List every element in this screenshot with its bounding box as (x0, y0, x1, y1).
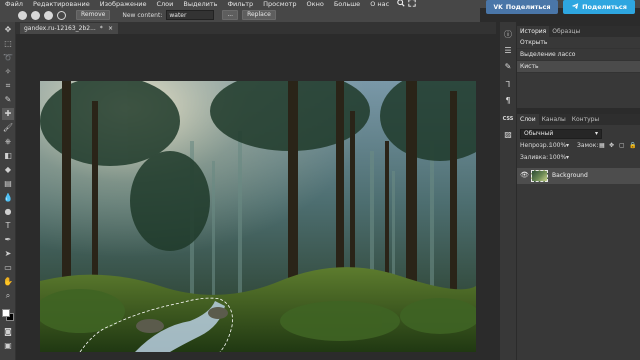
lasso-tool-icon[interactable]: ➰ (2, 52, 14, 64)
chevron-down-icon: ▾ (594, 130, 598, 137)
lock-move-icon[interactable]: ✥ (609, 141, 614, 151)
tab-channels[interactable]: Каналы (539, 114, 569, 125)
blend-mode-value: Обычный (524, 130, 554, 137)
vk-icon: VK (493, 3, 503, 11)
lock-label: Замок: (577, 142, 599, 149)
lock-all-icon[interactable]: 🔒 (629, 141, 636, 151)
opacity-dropdown-icon[interactable]: ▾ (566, 141, 569, 151)
tab-close-icon[interactable]: × (108, 23, 113, 34)
tab-swatches[interactable]: Образцы (549, 26, 583, 37)
magic-wand-tool-icon[interactable]: ✧ (2, 66, 14, 78)
lock-transparency-icon[interactable]: ▦ (599, 141, 605, 151)
tools-panel: ✥ ⬚ ➰ ✧ ⌗ ✎ ✚ 🖌 ⎈ ◧ ◆ ▤ 💧 ● T ✒ ➤ ▭ ✋ ⌕ … (0, 22, 16, 360)
hand-tool-icon[interactable]: ✋ (2, 276, 14, 288)
opacity-value[interactable]: 100% (549, 141, 566, 151)
telegram-icon (571, 2, 579, 12)
selection-new-icon[interactable] (18, 10, 27, 20)
menu-about[interactable]: О нас (365, 0, 394, 8)
quick-mask-icon[interactable]: ◙ (2, 326, 14, 338)
share-vk-button[interactable]: VK Поделиться (486, 0, 558, 14)
color-swatches[interactable] (2, 309, 15, 322)
more-options-button[interactable]: ... (222, 10, 239, 20)
screen-mode-icon[interactable]: ▣ (2, 340, 14, 352)
menu-file[interactable]: Файл (0, 0, 28, 8)
blur-tool-icon[interactable]: 💧 (2, 192, 14, 204)
forest-image[interactable] (40, 81, 476, 352)
pen-tool-icon[interactable]: ✒ (2, 234, 14, 246)
menu-edit[interactable]: Редактирование (28, 0, 95, 8)
fill-label: Заливка: (520, 154, 549, 161)
path-select-tool-icon[interactable]: ➤ (2, 248, 14, 260)
layers-panel: Слои Каналы Контуры Обычный ▾ Непрозр.: … (517, 114, 640, 360)
type-tool-icon[interactable]: T (2, 220, 14, 232)
zoom-tool-icon[interactable]: ⌕ (2, 290, 14, 302)
fill-dropdown-icon[interactable]: ▾ (566, 153, 569, 163)
gradient-tool-icon[interactable]: ▤ (2, 178, 14, 190)
share-telegram-label: Поделиться (582, 3, 627, 11)
selection-intersect-icon[interactable] (57, 10, 66, 20)
layers-panel-tabs: Слои Каналы Контуры (517, 114, 640, 125)
brush-tool-icon[interactable]: 🖌 (2, 122, 14, 134)
panel-icons-column: ⓘ ☰ ✎ Ꞁ ¶ CSS ▨ (500, 22, 516, 360)
new-content-input[interactable] (166, 10, 215, 20)
marquee-tool-icon[interactable]: ⬚ (2, 38, 14, 50)
shape-tool-icon[interactable]: ▭ (2, 262, 14, 274)
selection-subtract-icon[interactable] (44, 10, 53, 20)
share-telegram-button[interactable]: Поделиться (563, 0, 635, 14)
dodge-tool-icon[interactable]: ● (2, 206, 14, 218)
history-panel-tabs: История Образцы (517, 26, 640, 37)
tab-paths[interactable]: Контуры (569, 114, 602, 125)
lock-artboard-icon[interactable]: ▢ (619, 141, 625, 151)
photo-editor-app: Файл Редактирование Изображение Слои Выд… (0, 0, 640, 360)
css-icon[interactable]: CSS (501, 112, 515, 126)
visibility-eye-icon[interactable]: 👁 (520, 171, 529, 179)
document-tab[interactable]: gandex.ru-12163_2b2... * × (20, 23, 118, 34)
menu-window[interactable]: Окно (302, 0, 329, 8)
fill-tool-icon[interactable]: ◆ (2, 164, 14, 176)
layer-thumbnail (531, 170, 548, 182)
clone-stamp-tool-icon[interactable]: ⎈ (2, 136, 14, 148)
opacity-label: Непрозр.: (520, 142, 551, 149)
info-icon[interactable]: ⓘ (501, 28, 515, 42)
layer-name: Background (552, 172, 588, 179)
document-modified-marker: * (99, 25, 103, 32)
menu-select[interactable]: Выделить (178, 0, 222, 8)
remove-button[interactable]: Remove (76, 10, 111, 20)
layer-row-background[interactable]: 👁 Background (517, 168, 640, 184)
image-panel-icon[interactable]: ▨ (501, 128, 515, 142)
selection-add-icon[interactable] (31, 10, 40, 20)
document-tab-title: gandex.ru-12163_2b2... (24, 25, 96, 32)
tool-options-bar: Remove New content: ... Replace (0, 8, 480, 22)
menu-image[interactable]: Изображение (95, 0, 152, 8)
move-tool-icon[interactable]: ✥ (2, 24, 14, 36)
history-panel: История Образцы Открыть Выделение лассо … (517, 26, 640, 108)
crop-tool-icon[interactable]: ⌗ (2, 80, 14, 92)
foreground-color-swatch[interactable] (2, 309, 10, 317)
history-item-brush[interactable]: Кисть (517, 61, 640, 73)
history-item-open[interactable]: Открыть (517, 37, 640, 49)
share-vk-label: Поделиться (505, 3, 551, 11)
new-content-label: New content: (122, 11, 163, 19)
blend-mode-select[interactable]: Обычный ▾ (520, 129, 602, 139)
brush-settings-icon[interactable]: ✎ (501, 60, 515, 74)
menu-layers[interactable]: Слои (151, 0, 178, 8)
eraser-tool-icon[interactable]: ◧ (2, 150, 14, 162)
character-icon[interactable]: Ꞁ (501, 78, 515, 92)
eyedropper-tool-icon[interactable]: ✎ (2, 94, 14, 106)
canvas-area[interactable] (16, 34, 496, 360)
replace-button[interactable]: Replace (242, 10, 276, 20)
menu-filter[interactable]: Фильтр (222, 0, 258, 8)
tab-history[interactable]: История (517, 26, 550, 37)
healing-brush-tool-icon[interactable]: ✚ (2, 108, 14, 120)
document-tabs: gandex.ru-12163_2b2... * × (16, 22, 496, 34)
menu-more[interactable]: Больше (329, 0, 365, 8)
fill-value[interactable]: 100% (549, 153, 566, 163)
tab-layers[interactable]: Слои (517, 114, 539, 125)
paragraph-icon[interactable]: ¶ (501, 94, 515, 108)
properties-icon[interactable]: ☰ (501, 44, 515, 58)
menu-view[interactable]: Просмотр (258, 0, 301, 8)
history-item-lasso[interactable]: Выделение лассо (517, 49, 640, 61)
